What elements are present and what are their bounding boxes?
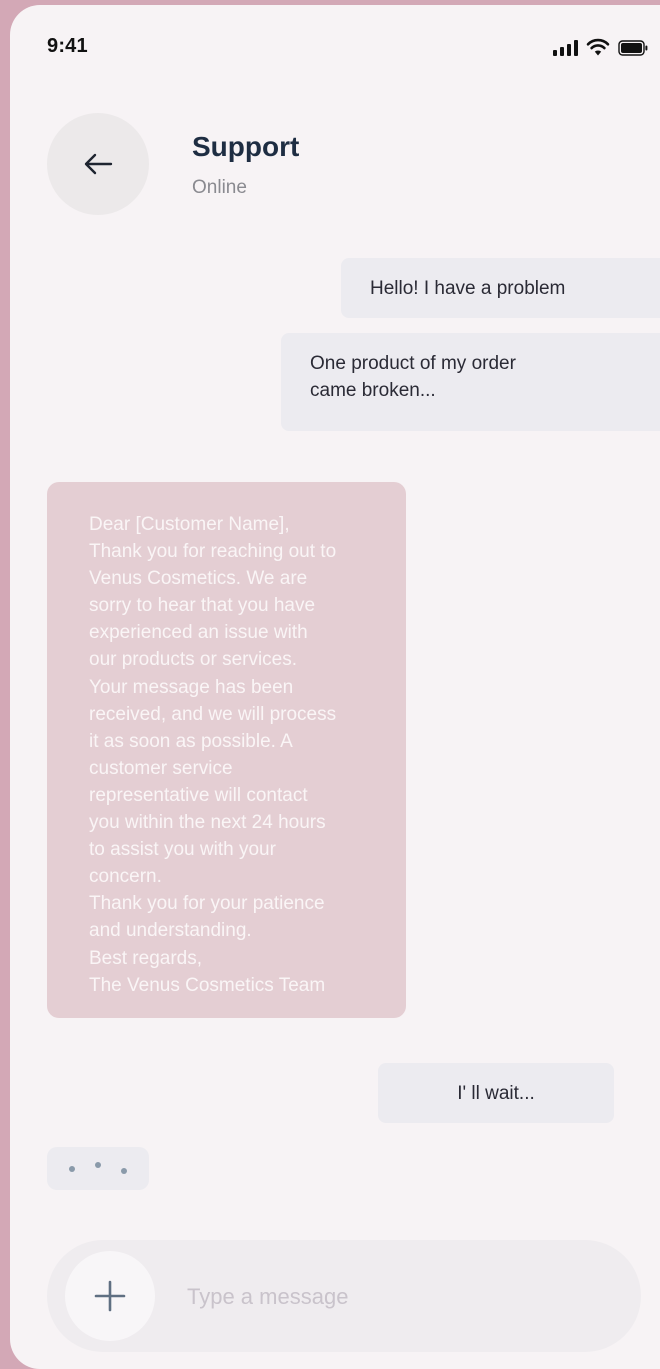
- message-input[interactable]: [185, 1276, 589, 1318]
- message-line: Best regards,: [89, 947, 202, 969]
- message-line: Venus Cosmetics. We are: [89, 568, 308, 590]
- message-line: came broken...: [310, 380, 436, 401]
- message-line: and understanding.: [89, 920, 252, 942]
- message-line: concern.: [89, 866, 162, 888]
- message-line: our products or services.: [89, 649, 298, 671]
- typing-dot: [69, 1166, 75, 1172]
- message-line: Your message has been: [89, 676, 294, 698]
- message-line: it as soon as possible. A: [89, 730, 293, 752]
- chat-title: Support: [192, 131, 300, 162]
- message-composer: [47, 1240, 641, 1352]
- message-bubble-user: One product of my order came broken...: [281, 333, 660, 431]
- message-line: Thank you for your patience: [89, 893, 325, 915]
- typing-dot: [95, 1162, 101, 1168]
- message-line: you within the next 24 hours: [89, 812, 326, 834]
- message-line: received, and we will process: [89, 703, 337, 725]
- message-line: The Venus Cosmetics Team: [89, 974, 326, 996]
- message-line: Thank you for reaching out to: [89, 541, 337, 563]
- message-line: Dear [Customer Name],: [89, 514, 290, 535]
- message-line: experienced an issue with: [89, 622, 308, 644]
- arrow-left-icon: [84, 153, 113, 175]
- typing-indicator: [47, 1147, 149, 1190]
- online-status: Online: [192, 177, 247, 198]
- message-bubble-user: Hello! I have a problem: [341, 258, 660, 318]
- message-bubble-support: Dear [Customer Name], Thank you for reac…: [47, 482, 406, 1018]
- add-attachment-button[interactable]: [65, 1251, 155, 1341]
- message-bubble-user: I' ll wait...: [378, 1063, 614, 1123]
- message-line: representative will contact: [89, 784, 308, 806]
- typing-dot: [121, 1168, 127, 1174]
- back-button[interactable]: [47, 113, 149, 215]
- chat-header: Support Online: [10, 5, 660, 235]
- message-line: customer service: [89, 757, 233, 779]
- message-line: to assist you with your: [89, 839, 276, 861]
- plus-icon: [94, 1280, 126, 1312]
- message-line: One product of my order: [310, 353, 516, 374]
- message-line: sorry to hear that you have: [89, 595, 316, 617]
- chat-screen: 9:41 Support Online Hello! I have a prob…: [10, 5, 660, 1369]
